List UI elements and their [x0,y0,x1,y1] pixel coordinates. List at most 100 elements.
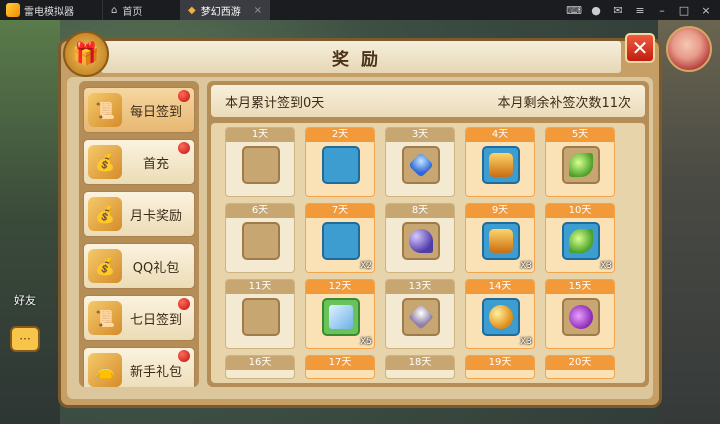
day-label: 14天 [466,280,534,294]
reward-item[interactable] [322,298,360,336]
day-cell[interactable]: 14天 X3 [465,279,535,349]
day-grid-scroll[interactable]: 1天 2天 3天 4天 5天 6天 7天 X2 8天 9天 X3 10天 X3 11天 12天 X5 13天 14… [211,123,645,383]
reward-item[interactable] [562,222,600,260]
day-cell[interactable]: 5天 [545,127,615,197]
green-orb-icon [329,229,353,253]
menu-icon[interactable]: ≡ [634,4,646,17]
day-label: 12天 [306,280,374,294]
day-label: 9天 [466,204,534,218]
mail-icon[interactable]: ✉ [612,4,624,17]
close-tab-icon[interactable]: × [254,5,262,16]
leaf-icon [569,229,593,253]
sidebar-item[interactable]: 📜 每日签到 [83,87,195,133]
day-cell[interactable]: 2天 [305,127,375,197]
notification-dot [178,350,190,362]
gold-chest-icon [489,229,513,253]
day-cell[interactable]: 15天 [545,279,615,349]
day-cell[interactable]: 10天 X3 [545,203,615,273]
hero-portrait[interactable] [666,26,712,72]
day-label: 3天 [386,128,454,142]
silver-coin-icon [249,229,273,253]
close-window-icon[interactable]: × [700,4,712,17]
day-cell[interactable]: 18天 [385,355,455,379]
home-icon: ⌂ [111,4,118,16]
day-cell[interactable]: 12天 X5 [305,279,375,349]
day-cell[interactable]: 19天 [465,355,535,379]
maximize-icon[interactable]: □ [678,4,690,17]
day-cell[interactable]: 11天 [225,279,295,349]
sidebar-item[interactable]: 💰 月卡奖励 [83,191,195,237]
game-left-scene [0,20,60,424]
reward-item[interactable] [482,146,520,184]
day-label: 2天 [306,128,374,142]
signin-content: 本月累计签到0天 本月剩余补签次数11次 1天 2天 3天 4天 5天 6天 7天 X2 8天 9… [207,81,649,387]
game-icon: ◆ [188,4,196,16]
day-cell[interactable]: 9天 X3 [465,203,535,273]
day-cell[interactable]: 17天 [305,355,375,379]
day-label: 4天 [466,128,534,142]
treasure-chest-icon: 💰 [88,249,122,283]
scroll-icon: 📜 [88,93,122,127]
sidebar-item-label: 月卡奖励 [129,208,182,224]
day-label: 11天 [226,280,294,294]
minimize-icon[interactable]: – [656,4,668,17]
silver-coin-icon [249,153,273,177]
chat-button[interactable]: ··· [10,326,40,352]
notification-dot [178,298,190,310]
day-cell[interactable]: 7天 X2 [305,203,375,273]
gold-orb-icon [489,305,513,329]
reward-item[interactable] [322,222,360,260]
tab-game[interactable]: ◆ 梦幻西游 × [180,0,270,20]
item-quantity: X3 [520,261,532,271]
tab-home-label: 首页 [122,6,143,18]
reward-item[interactable] [242,146,280,184]
gamepad-icon[interactable]: ⌨ [566,4,582,17]
reward-item[interactable] [482,222,520,260]
reward-item[interactable] [562,298,600,336]
day-cell[interactable]: 13天 [385,279,455,349]
reward-item[interactable] [242,298,280,336]
sidebar-item-label: 七日签到 [129,312,182,328]
notification-dot [178,142,190,154]
day-label: 7天 [306,204,374,218]
reward-item[interactable] [482,298,520,336]
day-label: 8天 [386,204,454,218]
day-cell[interactable]: 1天 [225,127,295,197]
gold-chest-icon [489,153,513,177]
makeup-remaining: 本月剩余补签次数11次 [497,95,631,111]
treasure-chest-icon: 💰 [88,145,122,179]
reward-item[interactable] [402,146,440,184]
reward-item[interactable] [242,222,280,260]
day-cell[interactable]: 6天 [225,203,295,273]
notification-dot [178,90,190,102]
avatar-icon[interactable]: ● [590,4,602,17]
sidebar-item[interactable]: 💰 首充 [83,139,195,185]
reward-item[interactable] [402,222,440,260]
silver-coin-icon [249,305,273,329]
day-label: 15天 [546,280,614,294]
tab-home[interactable]: ⌂ 首页 [102,0,180,20]
day-cell[interactable]: 20天 [545,355,615,379]
day-label: 16天 [226,356,294,370]
month-signed-count: 本月累计签到0天 [225,95,325,111]
day-cell[interactable]: 3天 [385,127,455,197]
gem-icon [408,304,434,330]
day-cell[interactable]: 8天 [385,203,455,273]
reward-item[interactable] [322,146,360,184]
day-grid: 1天 2天 3天 4天 5天 6天 7天 X2 8天 9天 X3 10天 X3 11天 12天 X5 13天 14… [225,127,645,379]
item-quantity: X2 [360,261,372,271]
item-quantity: X3 [600,261,612,271]
sidebar-item[interactable]: 💰 QQ礼包 [83,243,195,289]
window-controls: ⌨ ● ✉ ≡ – □ × [566,4,720,17]
close-button[interactable]: ✕ [625,33,655,63]
day-cell[interactable]: 16天 [225,355,295,379]
day-label: 18天 [386,356,454,370]
day-label: 19天 [466,356,534,370]
sidebar-item[interactable]: 👝 新手礼包 [83,347,195,387]
friend-button[interactable]: 好友 [14,292,36,308]
sidebar-item[interactable]: 📜 七日签到 [83,295,195,341]
moon-icon [409,229,433,253]
reward-item[interactable] [562,146,600,184]
day-cell[interactable]: 4天 [465,127,535,197]
reward-item[interactable] [402,298,440,336]
